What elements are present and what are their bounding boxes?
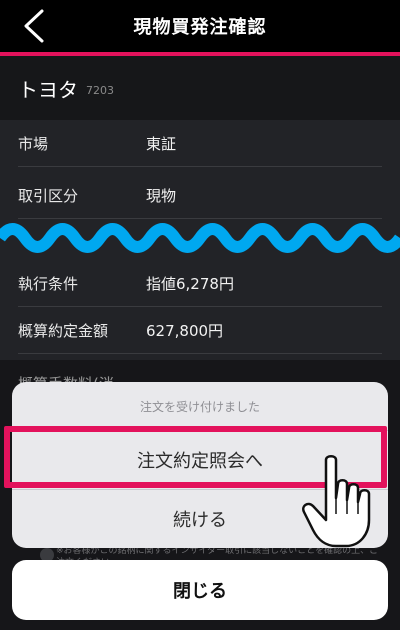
- stock-header: トヨタ 7203: [0, 56, 400, 120]
- detail-row-market: 市場 東証: [18, 120, 382, 167]
- navigation-bar: 現物買発注確認: [0, 0, 400, 52]
- action-sheet-message: 注文を受け付けました: [12, 382, 388, 431]
- pointing-hand-icon: [302, 455, 371, 548]
- detail-row-execution: 執行条件 指値6,278円: [18, 260, 382, 307]
- page-title: 現物買発注確認: [133, 17, 267, 38]
- stock-code: 7203: [86, 83, 114, 97]
- detail-label: 市場: [18, 134, 49, 153]
- detail-row-estimated-amount: 概算約定金額 627,800円: [18, 307, 382, 354]
- detail-value: 現物: [146, 186, 177, 205]
- detail-label: 取引区分: [18, 186, 79, 205]
- wave-separator: [0, 223, 400, 253]
- detail-value: 627,800円: [146, 321, 224, 340]
- chevron-left-icon[interactable]: [18, 8, 54, 44]
- stock-name: トヨタ: [18, 77, 78, 102]
- detail-value: 指値6,278円: [146, 274, 234, 293]
- detail-label: 概算約定金額: [18, 321, 109, 340]
- detail-label: 執行条件: [18, 274, 79, 293]
- detail-row-trade-type: 取引区分 現物: [18, 172, 382, 219]
- close-button[interactable]: 閉じる: [12, 560, 388, 620]
- detail-value: 東証: [146, 134, 177, 153]
